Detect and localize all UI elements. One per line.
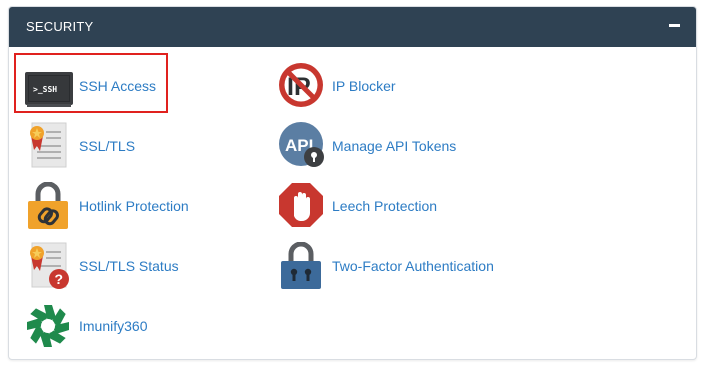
hotlink-protection-link[interactable]: Hotlink Protection <box>24 182 204 234</box>
certificate-icon <box>30 122 67 168</box>
minus-icon[interactable] <box>669 24 680 27</box>
two-factor-lock-icon <box>281 242 321 289</box>
imunify360-label: Imunify360 <box>79 318 148 334</box>
ip-blocker-link[interactable]: IP IP Blocker <box>277 62 407 114</box>
section-title: SECURITY <box>26 19 94 34</box>
hotlink-protection-label: Hotlink Protection <box>79 198 189 214</box>
two-factor-authentication-link[interactable]: Two-Factor Authentication <box>277 242 517 294</box>
ip-blocker-label: IP Blocker <box>332 78 396 94</box>
leech-protection-label: Leech Protection <box>332 198 438 214</box>
ssl-tls-status-label: SSL/TLS Status <box>79 258 179 274</box>
section-header[interactable]: SECURITY <box>9 7 696 47</box>
hotlink-lock-icon <box>28 182 68 229</box>
two-factor-authentication-label: Two-Factor Authentication <box>332 258 494 274</box>
leech-protection-link[interactable]: Leech Protection <box>277 182 447 234</box>
ip-blocker-icon: IP <box>279 63 323 107</box>
leech-stop-hand-icon <box>279 183 323 227</box>
certificate-status-icon: ? <box>30 242 69 289</box>
api-tokens-icon: API <box>279 122 324 167</box>
ssl-tls-status-link[interactable]: ? SSL/TLS Status <box>24 242 184 294</box>
selection-highlight-box <box>14 53 168 113</box>
ssl-tls-label: SSL/TLS <box>79 138 136 154</box>
ssl-tls-link[interactable]: SSL/TLS <box>24 122 144 174</box>
manage-api-tokens-link[interactable]: API Manage API Tokens <box>277 122 467 174</box>
imunify360-link[interactable]: Imunify360 <box>24 302 164 354</box>
imunify360-logo-icon <box>27 305 69 347</box>
manage-api-tokens-label: Manage API Tokens <box>332 138 457 154</box>
svg-text:?: ? <box>55 271 64 287</box>
